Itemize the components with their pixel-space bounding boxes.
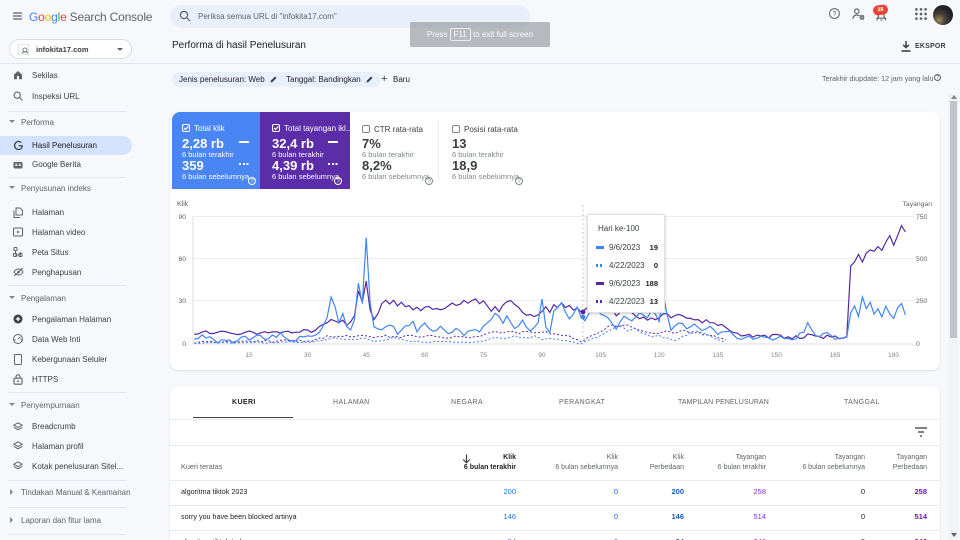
svg-text:45: 45	[363, 352, 371, 359]
svg-text:75: 75	[480, 352, 488, 359]
svg-text:60: 60	[421, 352, 429, 359]
svg-text:0: 0	[182, 341, 186, 348]
svg-text:30: 30	[304, 352, 312, 359]
svg-text:750: 750	[916, 214, 928, 221]
svg-text:150: 150	[771, 352, 782, 359]
svg-text:135: 135	[712, 352, 723, 359]
svg-text:30: 30	[178, 298, 186, 305]
svg-text:60: 60	[178, 256, 186, 263]
svg-text:Klik: Klik	[177, 201, 189, 208]
svg-text:500: 500	[916, 256, 928, 263]
svg-text:90: 90	[538, 352, 546, 359]
svg-text:0: 0	[916, 341, 920, 348]
svg-text:180: 180	[888, 352, 899, 359]
svg-text:?: ?	[833, 11, 837, 18]
svg-text:120: 120	[654, 352, 665, 359]
svg-text:250: 250	[916, 298, 928, 305]
svg-text:Tayangan: Tayangan	[903, 201, 933, 208]
svg-text:165: 165	[830, 352, 841, 359]
svg-text:105: 105	[595, 352, 606, 359]
svg-text:15: 15	[245, 352, 253, 359]
svg-text:90: 90	[178, 214, 186, 221]
